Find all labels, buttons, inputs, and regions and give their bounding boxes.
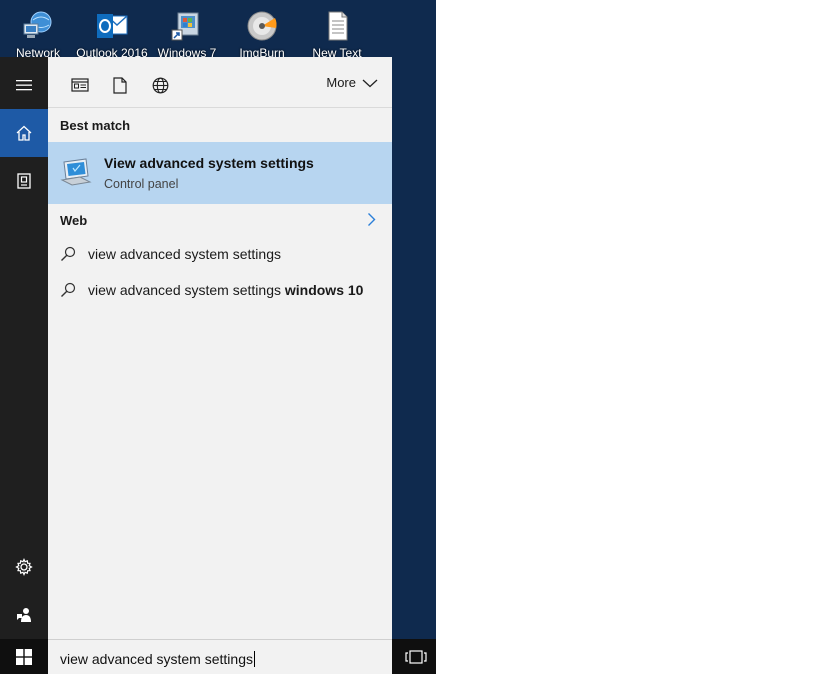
best-match-subtitle: Control panel xyxy=(104,177,179,191)
expand-menu-button[interactable] xyxy=(0,61,48,109)
desktop-icon-imgburn[interactable]: ImgBurn xyxy=(224,6,300,60)
search-icon xyxy=(61,282,76,297)
web-suggestion-text: view advanced system settings xyxy=(88,246,281,262)
search-icon xyxy=(61,246,76,261)
desktop-icon-new-text[interactable]: New Text xyxy=(299,6,375,60)
feedback-button[interactable] xyxy=(0,591,48,639)
hamburger-menu-icon xyxy=(16,80,32,91)
empty-area xyxy=(436,0,819,674)
web-filter-icon xyxy=(152,77,168,93)
web-suggestion[interactable]: view advanced system settings windows 10 xyxy=(48,273,392,307)
settings-button[interactable] xyxy=(0,543,48,591)
home-icon xyxy=(16,125,32,141)
outlook-icon xyxy=(95,10,129,42)
documents-filter-button[interactable] xyxy=(108,73,132,97)
system-computer-icon xyxy=(60,156,92,188)
search-input-value: view advanced system settings xyxy=(60,651,253,667)
more-filters-button[interactable]: More xyxy=(326,75,378,90)
home-button[interactable] xyxy=(0,109,48,157)
text-caret xyxy=(253,651,255,667)
desktop-icon-windows7[interactable]: Windows 7 xyxy=(149,6,225,60)
windows7-shortcut-icon xyxy=(170,10,204,42)
best-match-heading: Best match xyxy=(60,118,131,133)
windows-logo-icon xyxy=(16,648,32,665)
search-input[interactable]: view advanced system settings xyxy=(48,639,392,674)
web-suggestion-bold: windows 10 xyxy=(284,282,364,298)
documents-filter-icon xyxy=(113,76,127,94)
search-results-panel: More Best match View advanced system set… xyxy=(48,57,392,639)
desktop-icon-network[interactable]: Network xyxy=(0,6,76,60)
feedback-icon xyxy=(17,608,31,622)
apps-filter-button[interactable] xyxy=(68,73,92,97)
more-label: More xyxy=(326,75,356,90)
apps-filter-icon xyxy=(71,78,89,92)
taskbar: view advanced system settings xyxy=(0,639,436,674)
web-see-more-button[interactable] xyxy=(367,212,376,232)
web-filter-button[interactable] xyxy=(148,73,172,97)
desktop-icon-outlook[interactable]: Outlook 2016 xyxy=(74,6,150,60)
task-view-button[interactable] xyxy=(404,648,428,666)
best-match-title: View advanced system settings xyxy=(104,155,314,171)
notebook-icon xyxy=(17,173,31,189)
web-suggestion[interactable]: view advanced system settings xyxy=(48,237,392,271)
start-rail xyxy=(0,57,48,639)
task-view-icon xyxy=(405,650,427,664)
filter-bar: More xyxy=(48,57,392,108)
notebook-button[interactable] xyxy=(0,157,48,205)
network-icon xyxy=(21,10,55,42)
web-heading: Web xyxy=(60,213,88,228)
imgburn-disc-icon xyxy=(245,10,279,42)
settings-gear-icon xyxy=(15,558,33,576)
screen: Network Outlook 2016 Windows 7 ImgBurn N… xyxy=(0,0,819,674)
web-suggestion-text: view advanced system settings xyxy=(88,282,285,298)
start-button[interactable] xyxy=(0,639,48,674)
chevron-right-icon xyxy=(368,213,376,226)
text-document-icon xyxy=(320,10,354,42)
best-match-result[interactable]: View advanced system settings Control pa… xyxy=(48,142,392,204)
chevron-down-icon xyxy=(362,79,378,87)
